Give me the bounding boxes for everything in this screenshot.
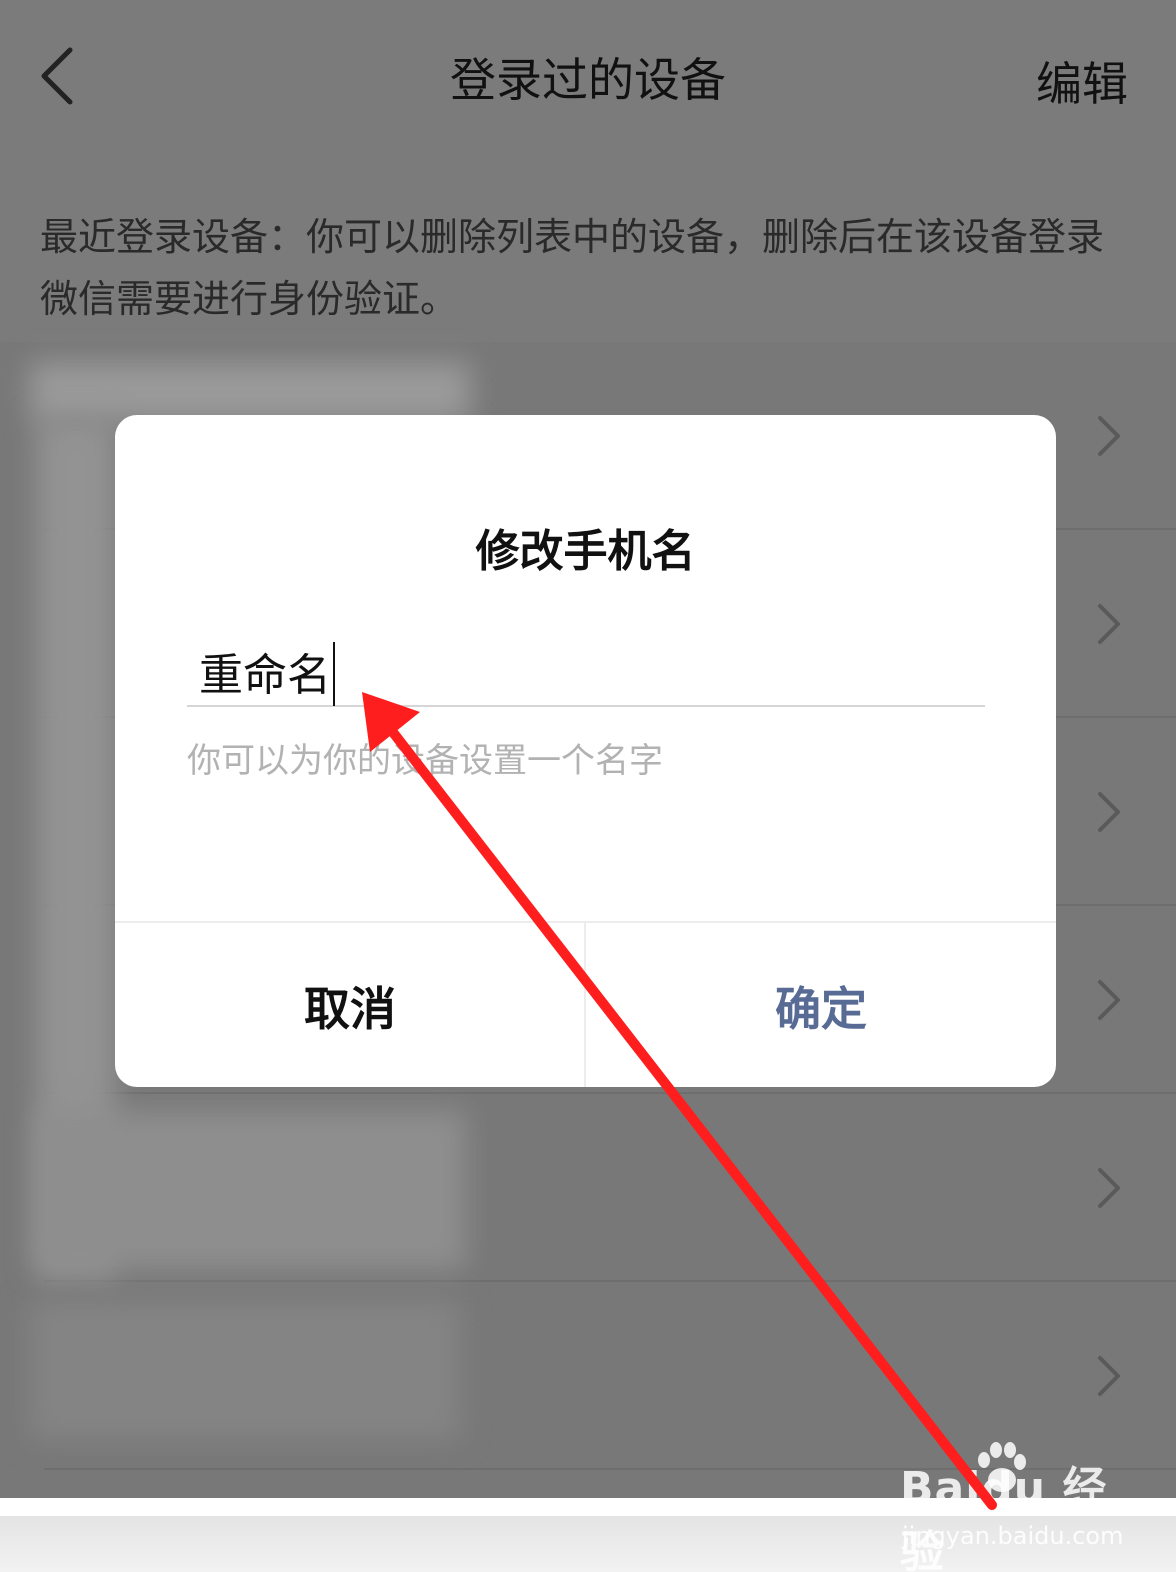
- logged-in-devices-screen: 登录过的设备 编辑 最近登录设备：你可以删除列表中的设备，删除后在该设备登录微信…: [0, 0, 1176, 1572]
- chevron-right-icon: [1098, 604, 1120, 644]
- baidu-watermark: Baidu 经验 jingyan.baidu.com: [900, 1440, 1130, 1572]
- text-caret: [333, 642, 335, 706]
- redacted-area: [30, 362, 470, 422]
- input-hint: 你可以为你的设备设置一个名字: [187, 741, 663, 781]
- watermark-brand: Baidu 经验: [900, 1463, 1108, 1572]
- chevron-right-icon: [1098, 416, 1120, 456]
- chevron-right-icon: [1098, 1356, 1120, 1396]
- description-text: 最近登录设备：你可以删除列表中的设备，删除后在该设备登录微信需要进行身份验证。: [40, 215, 1105, 321]
- device-name-input[interactable]: 重命名: [187, 625, 985, 707]
- page-title: 登录过的设备: [450, 53, 726, 107]
- watermark-url: jingyan.baidu.com: [902, 1522, 1124, 1550]
- chevron-right-icon: [1098, 1168, 1120, 1208]
- cancel-button[interactable]: 取消: [115, 923, 585, 1087]
- redacted-area: [30, 1300, 460, 1440]
- chevron-right-icon: [1098, 792, 1120, 832]
- confirm-button[interactable]: 确定: [586, 923, 1056, 1087]
- chevron-right-icon: [1098, 980, 1120, 1020]
- input-value: 重命名: [199, 639, 335, 710]
- rename-dialog: 修改手机名 重命名 你可以为你的设备设置一个名字 取消 确定: [115, 415, 1056, 1087]
- redacted-area: [36, 1110, 466, 1270]
- dialog-title: 修改手机名: [475, 526, 696, 577]
- dialog-actions: 取消 确定: [115, 921, 1056, 1087]
- nav-header: 登录过的设备 编辑: [0, 0, 1176, 160]
- edit-button[interactable]: 编辑: [1036, 48, 1128, 114]
